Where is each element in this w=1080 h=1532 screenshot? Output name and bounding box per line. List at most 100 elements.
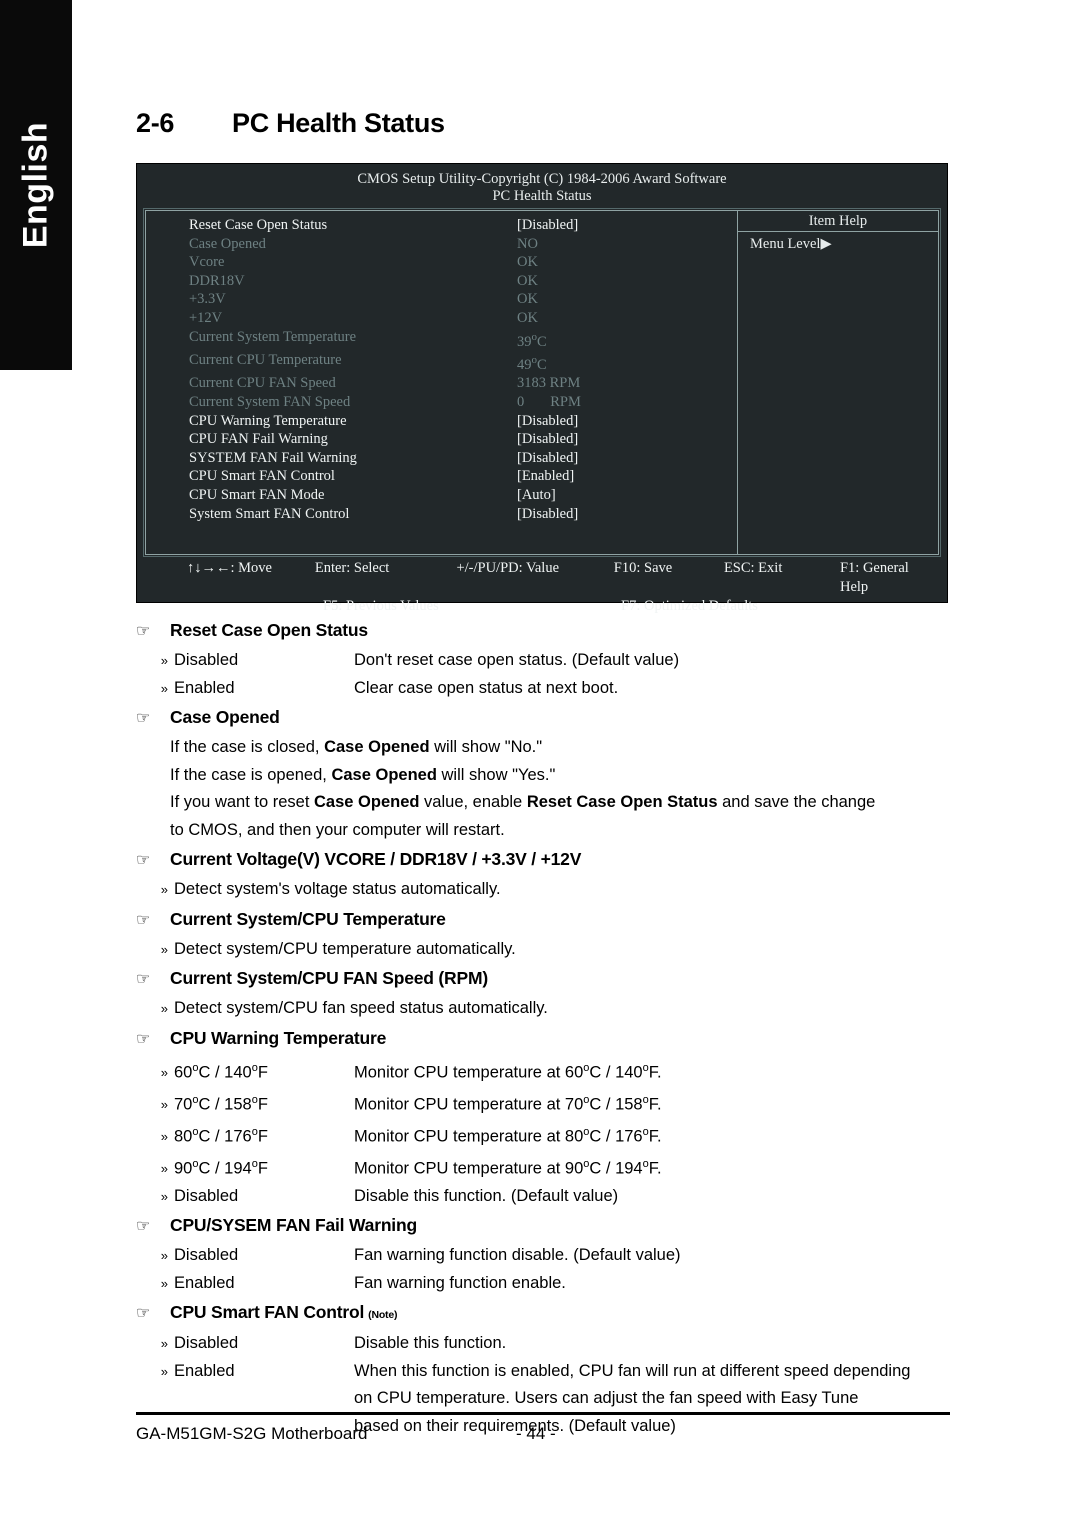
page-title: 2-6 PC Health Status <box>136 108 445 139</box>
bios-setting-row[interactable]: Vcore OK <box>146 253 737 272</box>
option-description: Fan warning function enable. <box>354 1273 566 1292</box>
manual-section: ☞ Reset Case Open Status» Disabled Don't re… <box>136 615 950 702</box>
bios-setting-row[interactable]: +3.3V OK <box>146 290 737 309</box>
section-heading-text: Current System/CPU FAN Speed (RPM) <box>170 968 488 988</box>
key-f5-previous-values: F5: Previous Values <box>323 598 439 614</box>
section-heading: ☞ Case Opened <box>136 702 950 734</box>
bios-setting-value: 0 RPM <box>517 394 581 410</box>
bios-setting-value: [Disabled] <box>517 449 579 466</box>
option-name: Disabled <box>174 1186 239 1205</box>
bios-setting-row[interactable]: Current System FAN Speed 0 RPM <box>146 393 737 412</box>
bios-setting-row[interactable]: Reset Case Open Status [Disabled] <box>146 216 737 235</box>
page-content: 2-6 PC Health Status CMOS Setup Utility-… <box>136 0 950 1532</box>
section-heading-text: Reset Case Open Status <box>170 620 368 640</box>
option-row: » Disabled Disable this function. <box>136 1330 950 1358</box>
bios-setting-label: CPU Warning Temperature <box>189 412 347 429</box>
option-row: » Enabled Fan warning function enable. <box>136 1270 950 1298</box>
pointing-hand-icon: ☞ <box>136 710 151 727</box>
chapter-title: PC Health Status <box>232 108 445 138</box>
option-name: 60oC / 140oF <box>174 1061 268 1082</box>
bios-setting-row[interactable]: Case Opened NO <box>146 235 737 254</box>
option-name: 90oC / 194oF <box>174 1157 268 1178</box>
option-name: Enabled <box>174 1273 235 1292</box>
bios-setting-value: 3183 RPM <box>517 375 581 392</box>
bios-copyright-title: CMOS Setup Utility-Copyright (C) 1984-20… <box>357 171 727 187</box>
bios-setting-value: 49oC <box>517 353 547 373</box>
bios-setting-row[interactable]: DDR18V OK <box>146 272 737 291</box>
option-row: » 90oC / 194oF Monitor CPU temperature at … <box>136 1151 950 1183</box>
bios-setting-row[interactable]: +12V OK <box>146 309 737 328</box>
bios-setting-label: Current CPU Temperature <box>189 351 342 368</box>
item-help-title: Item Help <box>738 211 938 232</box>
section-heading-text: Case Opened <box>170 707 280 727</box>
section-heading: ☞ Current System/CPU FAN Speed (RPM) <box>136 963 950 995</box>
bios-setting-label: CPU Smart FAN Control <box>189 468 335 485</box>
option-name: 70oC / 158oF <box>174 1093 268 1114</box>
option-row: » Enabled When this function is enabled, C… <box>136 1358 950 1386</box>
key-enter-select: Enter: Select <box>314 560 390 576</box>
language-tab: English <box>0 0 72 370</box>
key-f10-save: F10: Save <box>613 560 673 576</box>
bios-setting-value: [Disabled] <box>517 412 579 429</box>
section-heading-text: Current Voltage(V) VCORE / DDR18V / +3.3… <box>170 849 582 869</box>
bios-setting-value: [Auto] <box>517 486 556 503</box>
bios-setting-value: [Disabled] <box>517 217 579 233</box>
bios-page-title: PC Health Status <box>492 188 592 204</box>
heading-note-superscript: (Note) <box>368 1309 398 1321</box>
manual-section: ☞ Current Voltage(V) VCORE / DDR18V / +3.… <box>136 844 950 904</box>
section-heading-text: Current System/CPU Temperature <box>170 908 446 929</box>
note-row: » Detect system/CPU fan speed status auto… <box>136 995 950 1023</box>
key-f7-optimized-defaults: F7: Optimized Defaults <box>621 598 758 614</box>
bios-setting-row[interactable]: Current CPU FAN Speed 3183 RPM <box>146 374 737 393</box>
page-footer: GA-M51GM-S2G Motherboard - 44 - <box>136 1424 950 1444</box>
bios-setting-row[interactable]: CPU FAN Fail Warning [Disabled] <box>146 430 737 449</box>
bios-setting-value: 39oC <box>517 330 547 350</box>
bios-setting-label: SYSTEM FAN Fail Warning <box>189 449 357 466</box>
double-arrow-icon: » <box>160 1065 168 1080</box>
double-arrow-icon: » <box>160 1129 168 1144</box>
bios-setting-value: [Disabled] <box>517 505 579 522</box>
double-arrow-icon: » <box>160 1363 168 1379</box>
manual-section: ☞ Case Opened If the case is closed, Case … <box>136 702 950 844</box>
option-description: Disable this function. <box>354 1334 507 1352</box>
bios-setting-label: Reset Case Open Status <box>189 217 328 233</box>
double-arrow-icon: » <box>160 1336 168 1351</box>
note-row: » Detect system's voltage status automati… <box>136 876 950 904</box>
bios-setting-row[interactable]: CPU Smart FAN Mode [Auto] <box>146 486 737 505</box>
option-description: Monitor CPU temperature at 70oC / 158oF. <box>354 1093 662 1114</box>
option-description: Disable this function. (Default value) <box>354 1186 619 1205</box>
double-arrow-icon: » <box>160 653 168 668</box>
bios-item-help-panel: Item Help Menu Level▶ <box>738 211 938 554</box>
bios-setting-row[interactable]: SYSTEM FAN Fail Warning [Disabled] <box>146 449 737 468</box>
bios-setting-row[interactable]: Current System Temperature 39oC <box>146 328 737 351</box>
note-text: Detect system/CPU temperature automatica… <box>174 939 516 958</box>
bios-setting-row[interactable]: System Smart FAN Control [Disabled] <box>146 505 737 524</box>
bios-setting-value: [Disabled] <box>517 431 579 448</box>
bios-setting-row[interactable]: Current CPU Temperature 49oC <box>146 351 737 374</box>
bios-setting-label: System Smart FAN Control <box>189 505 350 522</box>
chapter-number: 2-6 <box>136 108 175 138</box>
option-row: » Enabled Clear case open status at next b… <box>136 675 950 703</box>
double-arrow-icon: » <box>160 1248 168 1263</box>
option-row: » 60oC / 140oF Monitor CPU temperature at … <box>136 1055 950 1087</box>
option-row: » Disabled Fan warning function disable. (… <box>136 1242 950 1270</box>
bios-setting-value: OK <box>517 291 538 308</box>
bios-key-legend: ↑↓→←: Move Enter: Select +/-/PU/PD: Valu… <box>145 559 939 616</box>
option-description: When this function is enabled, CPU fan w… <box>354 1361 911 1380</box>
option-name: 80oC / 176oF <box>174 1125 268 1146</box>
option-name: Enabled <box>174 678 235 697</box>
option-row: » 70oC / 158oF Monitor CPU temperature at … <box>136 1087 950 1119</box>
footer-page-number: - 44 - <box>516 1424 556 1443</box>
option-row: » Disabled Don't reset case open status. (… <box>136 647 950 675</box>
footer-divider <box>136 1412 950 1415</box>
section-paragraph: to CMOS, and then your computer will res… <box>170 820 505 839</box>
double-arrow-icon: » <box>160 941 168 957</box>
bios-setting-row[interactable]: CPU Warning Temperature [Disabled] <box>146 412 737 431</box>
bios-setting-label: Current System FAN Speed <box>189 394 351 410</box>
note-text: Detect system/CPU fan speed status autom… <box>174 999 548 1017</box>
bios-setting-row[interactable]: CPU Smart FAN Control [Enabled] <box>146 467 737 486</box>
section-paragraph: If you want to reset Case Opened value, … <box>170 793 876 811</box>
pointing-hand-icon: ☞ <box>136 1218 151 1235</box>
bios-setting-label: DDR18V <box>189 272 245 289</box>
bios-settings-list: Reset Case Open Status [Disabled] Case Ope… <box>146 211 738 554</box>
